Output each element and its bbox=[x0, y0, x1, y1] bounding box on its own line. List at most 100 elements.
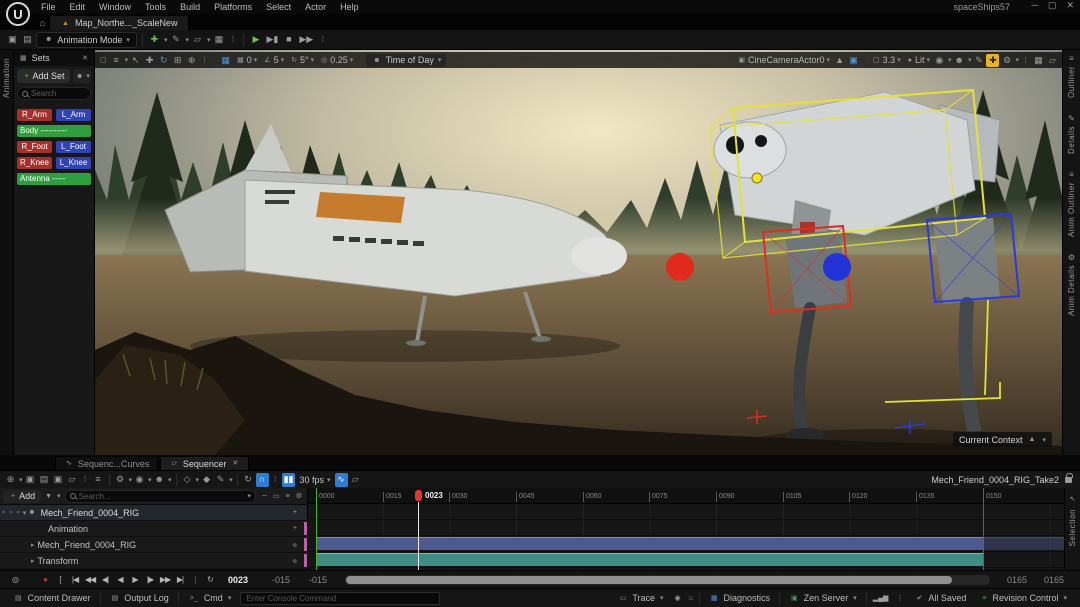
trace-dropdown[interactable]: ▭ Trace ▾ bbox=[613, 591, 669, 605]
sets-search[interactable] bbox=[17, 87, 91, 100]
cmd-dropdown[interactable]: >_ Cmd ▾ bbox=[183, 591, 237, 605]
track-key-icon[interactable]: ◆ bbox=[292, 541, 297, 549]
show-flags-icon[interactable]: ◉ bbox=[933, 54, 946, 67]
editor-mode-dropdown[interactable]: ☻ Animation Mode ▾ bbox=[36, 32, 137, 48]
track-solo-icon[interactable]: ● bbox=[16, 509, 20, 516]
current-frame-field[interactable]: 0023 bbox=[228, 575, 248, 585]
menu-help[interactable]: Help bbox=[333, 2, 366, 12]
auto-key-icon[interactable]: ◆ bbox=[200, 473, 213, 487]
tab-details[interactable]: ✎ Details bbox=[1065, 114, 1078, 154]
menu-build[interactable]: Build bbox=[173, 2, 207, 12]
advance-button[interactable]: ▶▶ bbox=[297, 33, 315, 47]
save-sequence-icon[interactable]: ▣ bbox=[24, 473, 37, 487]
actions-icon[interactable]: ⚙ bbox=[114, 473, 127, 487]
tab-outliner[interactable]: ≡ Outliner bbox=[1065, 54, 1078, 98]
angle-snap-control[interactable]: ↻ 5° ▾ bbox=[287, 54, 316, 67]
add-section-icon[interactable]: + bbox=[291, 522, 299, 536]
view-mode-menu[interactable]: ● Lit ▾ bbox=[904, 54, 932, 67]
zen-server-dropdown[interactable]: ▣ Zen Server ▾ bbox=[784, 591, 862, 605]
cine-preview-icon[interactable]: ▱ bbox=[1046, 54, 1059, 67]
working-range-start-field[interactable]: -015 bbox=[300, 575, 336, 585]
track-key-icon[interactable]: ◆ bbox=[292, 557, 297, 565]
current-context-dropdown[interactable]: Current Context ▲ ▾ bbox=[953, 432, 1052, 447]
control-chip-r-knee[interactable]: R_Knee bbox=[17, 157, 52, 169]
retimer-icon[interactable]: ↻ bbox=[242, 473, 255, 487]
hierarchy-icon[interactable]: ≡ bbox=[92, 473, 105, 487]
tab-anim-details[interactable]: ⚙ Anim Details bbox=[1065, 253, 1078, 316]
pill-filter-icon[interactable]: ▭ bbox=[271, 489, 282, 503]
scrollbar-thumb[interactable] bbox=[346, 576, 952, 584]
sequencer-search-input[interactable] bbox=[79, 492, 244, 501]
more-icon[interactable]: ⋮ bbox=[1020, 54, 1031, 67]
track-row-animation[interactable]: Animation + bbox=[0, 521, 307, 537]
content-drawer-button[interactable]: ▤ Content Drawer bbox=[8, 591, 96, 605]
diagnostics-button[interactable]: ▦ Diagnostics bbox=[704, 591, 775, 605]
all-saved-button[interactable]: ✔ All Saved bbox=[909, 591, 971, 605]
rotate-tool-icon[interactable]: ↻ bbox=[157, 54, 170, 67]
blueprints-button[interactable]: ✎ bbox=[169, 33, 182, 47]
render-movie-icon[interactable]: ▱ bbox=[66, 473, 79, 487]
control-chip-r-arm[interactable]: R_Arm bbox=[17, 109, 52, 121]
game-view-toggle-icon[interactable]: ✚ bbox=[986, 54, 999, 67]
time-of-day-menu[interactable]: ☻ Time of Day ▾ bbox=[366, 54, 446, 67]
collapse-icon[interactable]: ─ bbox=[260, 489, 269, 503]
edit-mode-icon[interactable]: ✎ bbox=[214, 473, 227, 487]
pilot-camera-icon[interactable]: ▣ bbox=[847, 54, 860, 67]
fps-dropdown[interactable]: 30 fps ▾ bbox=[296, 475, 333, 485]
play-forward-button[interactable]: ▶ bbox=[128, 573, 142, 587]
landscape-button[interactable]: ▦ bbox=[212, 33, 225, 47]
working-range-end-field[interactable]: 0165 bbox=[999, 575, 1035, 585]
character-show-icon[interactable]: ☻ bbox=[952, 54, 965, 67]
stop-button[interactable]: ■ bbox=[282, 33, 295, 47]
level-viewport[interactable]: ▢ ≡ ▾ ↖ ✚ ↻ ⊞ ⊕ ⋮ ▦ ▦ 0 ▾ ∠ 5 ▾ ↻ 5° bbox=[95, 50, 1062, 455]
lane-rig-root[interactable] bbox=[308, 504, 1064, 520]
control-chip-body[interactable]: Body ---------- bbox=[17, 125, 91, 137]
view-options-icon[interactable]: ◉ bbox=[133, 473, 146, 487]
play-options-icon[interactable]: ⋮ bbox=[317, 33, 328, 47]
minimize-button[interactable]: ─ bbox=[1032, 0, 1038, 11]
menu-select[interactable]: Select bbox=[259, 2, 298, 12]
sequencer-add-button[interactable]: + Add bbox=[3, 490, 41, 503]
world-icon[interactable]: ⊕ bbox=[4, 473, 17, 487]
snap-options-icon[interactable]: ⋮ bbox=[270, 473, 281, 487]
play-button[interactable]: ▶ bbox=[249, 33, 262, 47]
step-back-button[interactable]: ◀| bbox=[98, 573, 112, 587]
surface-snap-icon[interactable]: ▦ bbox=[219, 54, 232, 67]
level-tab[interactable]: ▲ Map_Northe..._ScaleNew bbox=[49, 15, 189, 30]
blue-control-sphere[interactable] bbox=[823, 253, 851, 281]
curve-editor-toggle-icon[interactable]: ∿ bbox=[335, 473, 348, 487]
trace-record-icon[interactable]: ◉ bbox=[673, 591, 683, 605]
add-section-icon[interactable]: + bbox=[291, 506, 299, 520]
control-chip-l-foot[interactable]: L_Foot bbox=[56, 141, 91, 153]
menu-tools[interactable]: Tools bbox=[138, 2, 173, 12]
playhead-line[interactable] bbox=[418, 502, 419, 570]
output-log-button[interactable]: ▤ Output Log bbox=[105, 591, 174, 605]
render-options-icon[interactable]: ⋮ bbox=[80, 473, 91, 487]
playhead-handle[interactable] bbox=[415, 490, 422, 501]
expander-icon[interactable]: ▸ bbox=[31, 541, 35, 549]
view-range-start-field[interactable]: -015 bbox=[263, 575, 299, 585]
select-tool-icon[interactable]: ↖ bbox=[129, 54, 142, 67]
lane-transform[interactable] bbox=[308, 552, 1064, 568]
menu-window[interactable]: Window bbox=[92, 2, 138, 12]
move-tool-icon[interactable]: ✚ bbox=[143, 54, 156, 67]
step-forward-button[interactable]: |▶ bbox=[143, 573, 157, 587]
sequencer-timeline[interactable]: 0000 0015 0030 0045 0060 0075 0090 0105 … bbox=[308, 488, 1064, 570]
timeline-scrollbar[interactable] bbox=[345, 575, 990, 585]
tab-selection[interactable]: Selection bbox=[1068, 509, 1077, 546]
sequencer-search[interactable]: ▾ bbox=[65, 490, 256, 503]
playback-end-marker[interactable] bbox=[983, 488, 984, 570]
screen-percentage-control[interactable]: ▢ 3.3 ▾ bbox=[869, 54, 903, 67]
menu-actor[interactable]: Actor bbox=[298, 2, 333, 12]
transform-section-bar[interactable] bbox=[316, 553, 983, 566]
menu-file[interactable]: File bbox=[34, 2, 63, 12]
transform-options-icon[interactable]: ⋮ bbox=[199, 54, 210, 67]
preview-icon[interactable]: ✎ bbox=[972, 54, 985, 67]
scale-snap-control[interactable]: ◎ 0.25 ▾ bbox=[317, 54, 355, 67]
list-view-icon[interactable]: ≡ bbox=[284, 489, 292, 503]
viewport-scene[interactable] bbox=[95, 50, 1062, 455]
save-icon[interactable]: ▣ bbox=[6, 33, 19, 47]
keyframe-options-icon[interactable]: ◇ bbox=[181, 473, 194, 487]
cinematics-button[interactable]: ▱ bbox=[191, 33, 204, 47]
timeline-lanes[interactable] bbox=[308, 504, 1064, 570]
